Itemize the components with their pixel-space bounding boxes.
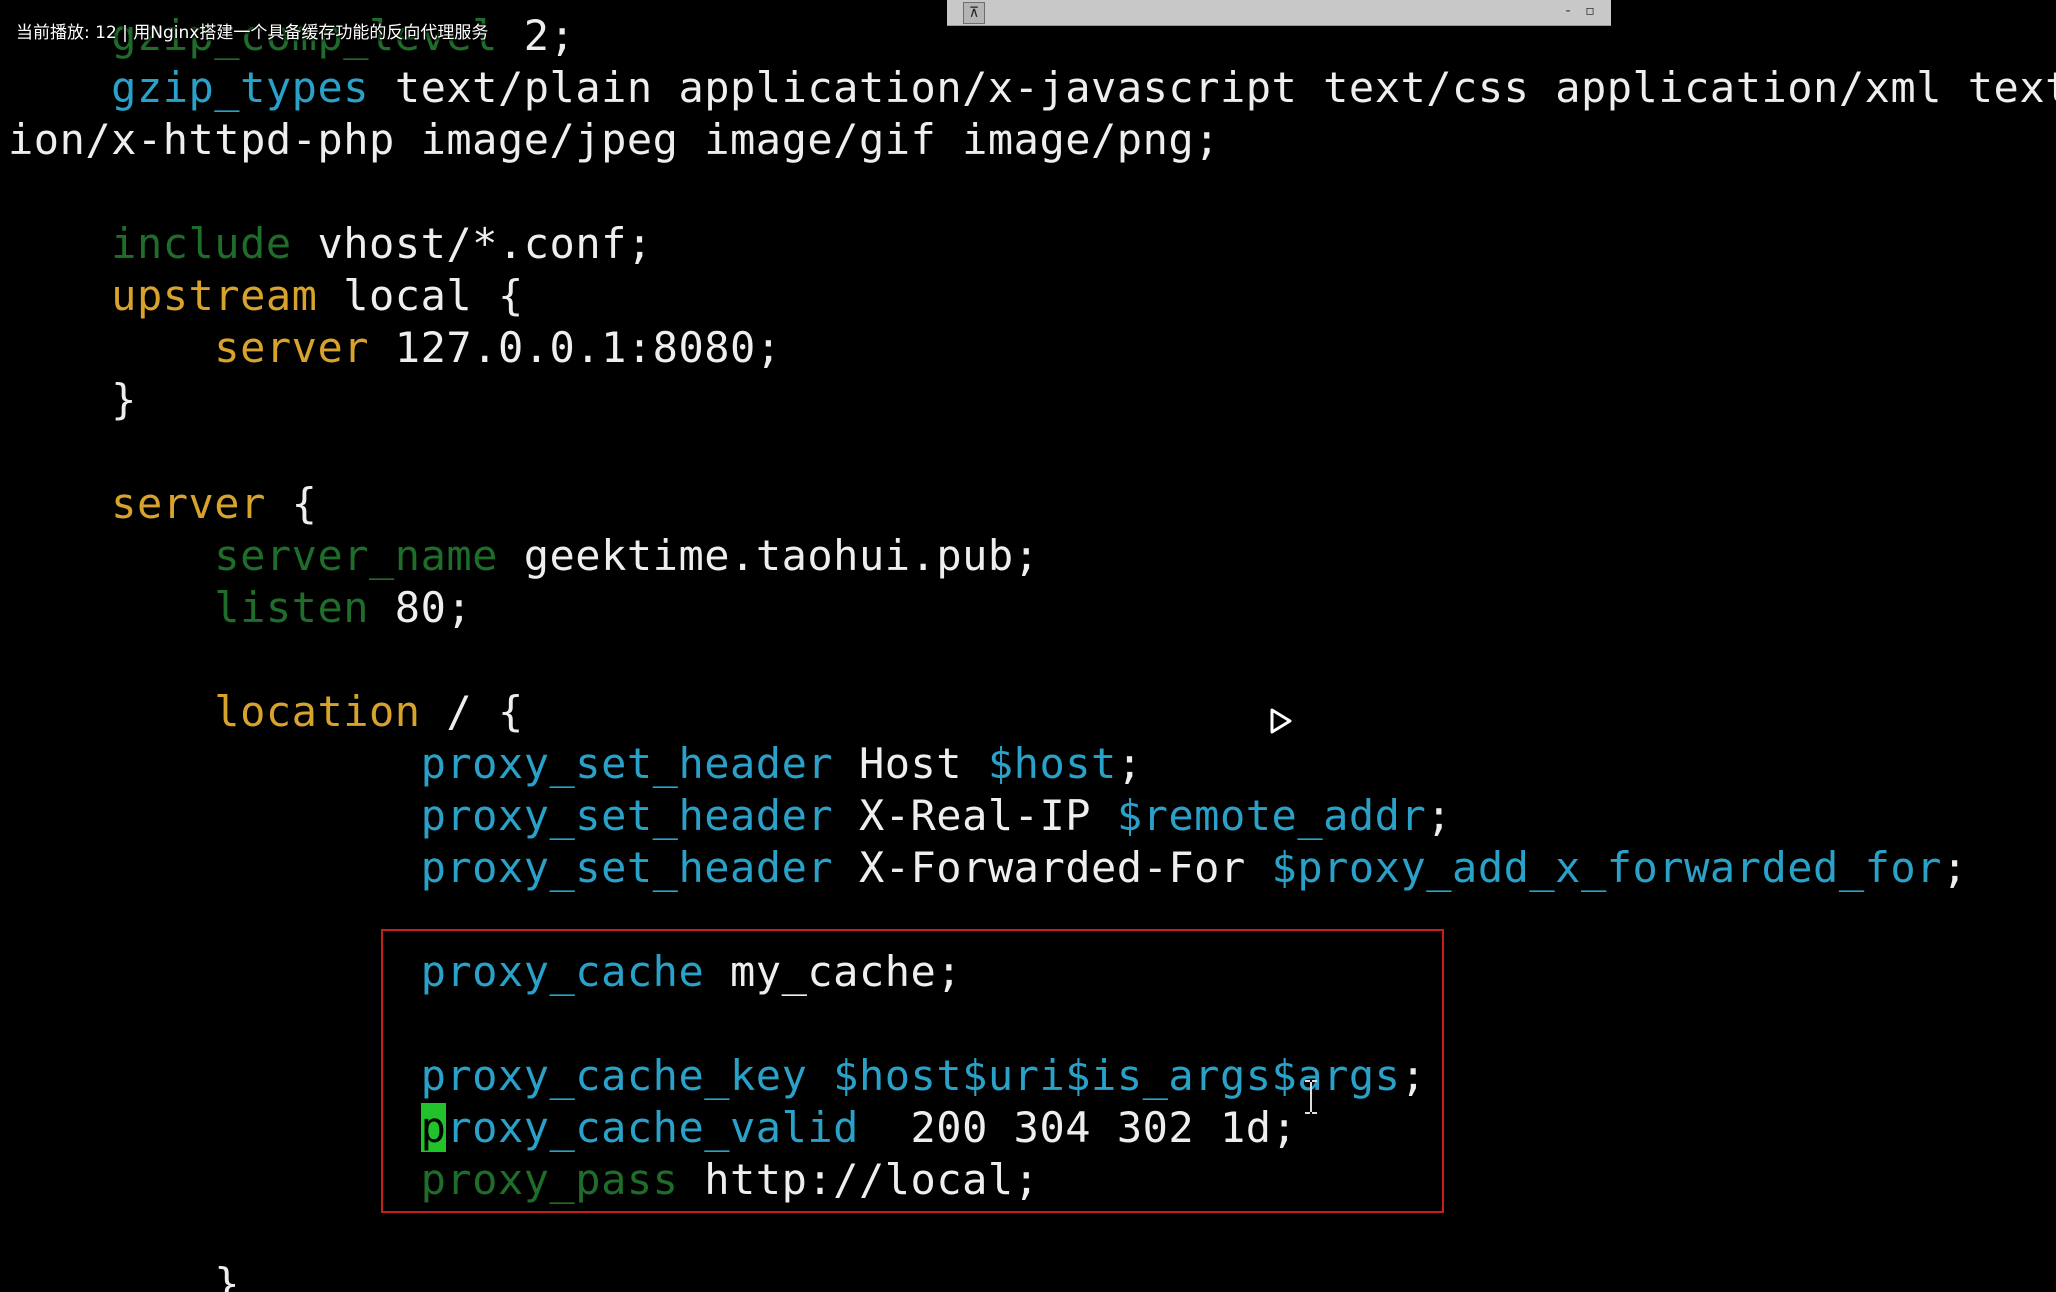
code-line: server { — [8, 478, 317, 530]
code-token: server_name — [214, 531, 498, 580]
code-token: } — [8, 1259, 241, 1292]
code-line: gzip_types text/plain application/x-java… — [8, 62, 2056, 114]
code-token: gzip_types — [111, 63, 370, 112]
code-token: Host — [833, 739, 988, 788]
code-token: 2; — [497, 11, 576, 60]
code-line: proxy_cache my_cache; — [8, 946, 962, 998]
code-token: text/plain application/x-javascript text… — [369, 63, 2056, 112]
code-token: server — [214, 323, 370, 372]
code-line: location / { — [8, 686, 524, 738]
code-token: ; — [1400, 1051, 1427, 1100]
code-token: X-Real-IP — [833, 791, 1117, 840]
text-cursor-block: p — [420, 1103, 447, 1152]
code-line: listen 80; — [8, 582, 472, 634]
minimize-button[interactable]: - — [1559, 1, 1577, 21]
code-token: upstream — [111, 271, 318, 320]
code-line: proxy_set_header Host $host; — [8, 738, 1143, 790]
code-line: server_name geektime.taohui.pub; — [8, 530, 1039, 582]
pin-button[interactable]: ⊼ — [963, 2, 985, 24]
code-token: proxy_cache — [420, 947, 705, 996]
code-token: local { — [317, 271, 524, 320]
terminal-screen: 当前播放: 12 | 用Nginx搭建一个具备缓存功能的反向代理服务 ⊼ - ▫… — [0, 0, 2056, 1292]
code-token: location — [214, 687, 421, 736]
code-token: 127.0.0.1:8080; — [369, 323, 782, 372]
code-token: $proxy_add_x_forwarded_for — [1271, 843, 1942, 892]
code-token: listen — [214, 583, 370, 632]
code-token: proxy_cache_key — [420, 1051, 808, 1100]
code-token: $remote_addr — [1116, 791, 1427, 840]
code-token: ; — [1426, 791, 1453, 840]
restore-button[interactable]: ▫ — [1581, 1, 1599, 21]
code-token: ; — [1116, 739, 1143, 788]
video-title-overlay: 当前播放: 12 | 用Nginx搭建一个具备缓存功能的反向代理服务 — [16, 23, 489, 43]
window-title-bar: ⊼ - ▫ — [947, 0, 1611, 26]
code-token: ; — [1941, 843, 1968, 892]
code-token: { — [265, 479, 318, 528]
code-token: $host — [987, 739, 1117, 788]
code-line: proxy_cache_key $host$uri$is_args$args; — [8, 1050, 1426, 1102]
code-line: } — [8, 1258, 240, 1292]
code-line: proxy_set_header X-Real-IP $remote_addr; — [8, 790, 1452, 842]
code-token: X-Forwarded-For — [833, 843, 1272, 892]
code-token: ion/x-httpd-php image/jpeg image/gif ima… — [8, 115, 1220, 164]
code-token: geektime.taohui.pub; — [497, 531, 1040, 580]
code-token: / { — [420, 687, 524, 736]
code-token: 200 304 302 1d; — [858, 1103, 1298, 1152]
play-triangle-icon[interactable] — [1268, 706, 1294, 736]
code-line: ion/x-httpd-php image/jpeg image/gif ima… — [8, 114, 1220, 166]
code-line: proxy_cache_valid 200 304 302 1d; — [8, 1102, 1297, 1154]
code-token: proxy_pass — [420, 1155, 679, 1204]
code-token: vhost/*.conf; — [291, 219, 653, 268]
code-token: include — [111, 219, 292, 268]
code-token: http://local; — [678, 1155, 1040, 1204]
code-line: server 127.0.0.1:8080; — [8, 322, 782, 374]
code-line: proxy_set_header X-Forwarded-For $proxy_… — [8, 842, 1968, 894]
code-line: } — [8, 374, 137, 426]
code-token: server — [111, 479, 266, 528]
code-token: proxy_set_header — [420, 843, 834, 892]
code-line: include vhost/*.conf; — [8, 218, 653, 270]
code-token: } — [8, 375, 137, 424]
i-beam-cursor-icon — [1305, 1080, 1317, 1114]
code-token: roxy_cache_valid — [446, 1103, 859, 1152]
code-line: proxy_pass http://local; — [8, 1154, 1039, 1206]
code-token: proxy_set_header — [420, 739, 834, 788]
code-token: my_cache; — [704, 947, 963, 996]
code-line: upstream local { — [8, 270, 524, 322]
code-token: proxy_set_header — [420, 791, 834, 840]
code-token: 80; — [369, 583, 473, 632]
